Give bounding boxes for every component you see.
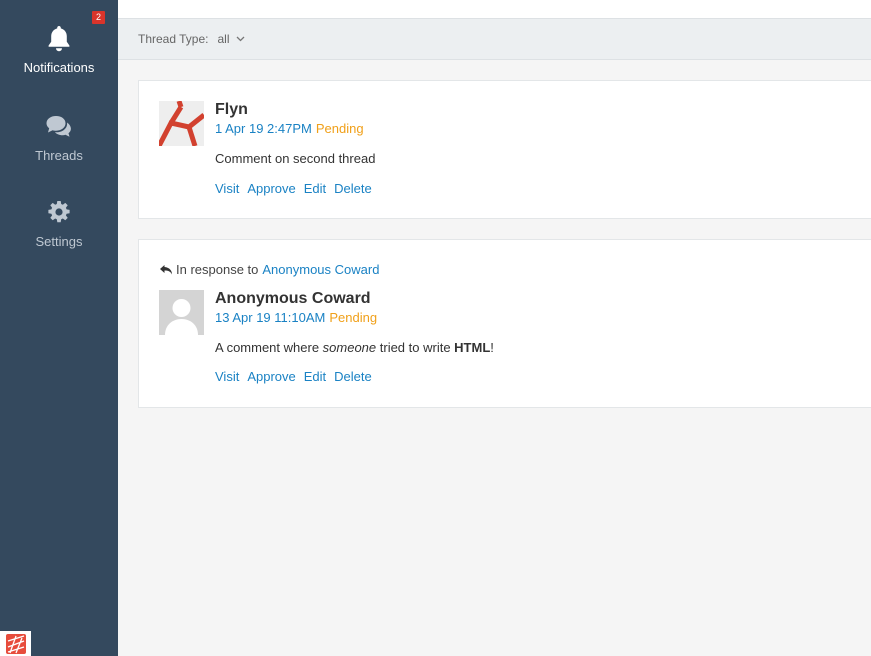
avatar — [159, 290, 204, 335]
edit-link[interactable]: Edit — [304, 369, 326, 384]
delete-link[interactable]: Delete — [334, 181, 372, 196]
visit-link[interactable]: Visit — [215, 181, 239, 196]
comment-actions: Visit Approve Edit Delete — [215, 369, 372, 384]
comment-text-emphasis: someone — [322, 340, 377, 355]
comment-author: Flyn — [215, 101, 248, 118]
in-response-author-link[interactable]: Anonymous Coward — [262, 262, 379, 277]
top-bar — [118, 0, 871, 19]
app-logo — [0, 631, 31, 656]
comment-meta: 13 Apr 19 11:10AM Pending — [215, 310, 377, 325]
sidebar-item-label: Settings — [35, 234, 83, 249]
in-response-label: In response to — [176, 262, 259, 277]
comment-author: Anonymous Coward — [215, 290, 371, 307]
notification-count-badge: 2 — [92, 11, 105, 24]
thread-type-label: Thread Type: — [138, 32, 209, 46]
sidebar-item-label: Notifications — [23, 60, 95, 75]
thread-type-value: all — [217, 32, 230, 46]
sidebar: Notifications 2 Threads Settings — [0, 0, 118, 656]
visit-link[interactable]: Visit — [215, 369, 239, 384]
comment-text: A comment where — [215, 340, 323, 355]
gear-icon — [45, 198, 73, 226]
comment-body: Comment on second thread — [215, 151, 376, 166]
comment-card: Flyn 1 Apr 19 2:47PM Pending Comment on s… — [138, 80, 871, 219]
status-badge: Pending — [315, 121, 364, 136]
reply-icon — [160, 264, 172, 274]
status-badge: Pending — [329, 310, 378, 325]
comment-text: ! — [490, 340, 494, 355]
sidebar-item-settings[interactable]: Settings — [0, 198, 118, 278]
chevron-down-icon — [236, 36, 244, 42]
delete-link[interactable]: Delete — [334, 369, 372, 384]
comment-meta: 1 Apr 19 2:47PM Pending — [215, 121, 364, 136]
filter-bar: Thread Type: all — [118, 19, 871, 60]
comment-actions: Visit Approve Edit Delete — [215, 181, 372, 196]
in-response-line: In response to Anonymous Coward — [159, 262, 379, 277]
approve-link[interactable]: Approve — [247, 369, 295, 384]
comment-card: In response to Anonymous Coward Anonymou… — [138, 239, 871, 408]
comment-body: A comment where someone tried to write H… — [215, 340, 494, 355]
comment-date-link[interactable]: 1 Apr 19 2:47PM — [215, 121, 312, 136]
sidebar-item-notifications[interactable]: Notifications — [0, 24, 118, 104]
comment-text: tried to write — [376, 340, 455, 355]
sidebar-item-label: Threads — [35, 148, 83, 163]
comments-icon — [45, 112, 73, 140]
comment-date-link[interactable]: 13 Apr 19 11:10AM — [215, 310, 325, 325]
avatar — [159, 101, 204, 146]
approve-link[interactable]: Approve — [247, 181, 295, 196]
comment-text-strong: HTML — [454, 340, 491, 355]
edit-link[interactable]: Edit — [304, 181, 326, 196]
bell-icon — [45, 24, 73, 52]
sidebar-item-threads[interactable]: Threads — [0, 112, 118, 192]
thread-type-select[interactable]: all — [218, 32, 245, 46]
